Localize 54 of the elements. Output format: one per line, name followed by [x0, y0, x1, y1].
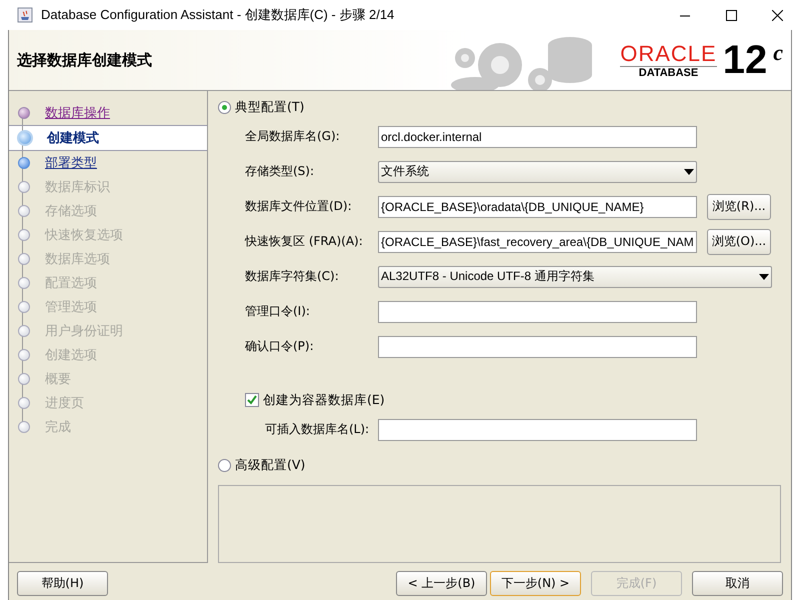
step-item: 完成	[45, 419, 71, 436]
brand-logo: ORACLE	[620, 42, 717, 66]
field-label: 确认口令(P):	[244, 338, 315, 355]
field-label: 管理口令(I):	[244, 303, 311, 320]
caret-icon	[684, 168, 694, 174]
input-field[interactable]	[378, 300, 697, 322]
step-item: 用户身份证明	[45, 323, 123, 340]
step-item: 概要	[45, 371, 71, 388]
field-label: 数据库字符集(C):	[244, 268, 340, 285]
input-field[interactable]: orcl.docker.internal	[378, 126, 697, 148]
field-label: 数据库文件位置(D):	[244, 198, 353, 215]
step-item: 存储选项	[45, 203, 97, 220]
field-label: 存储类型(S):	[244, 163, 316, 180]
version-number: 12	[722, 40, 768, 80]
dropdown[interactable]: AL32UTF8 - Unicode UTF-8 通用字符集	[378, 266, 772, 288]
input-field[interactable]: {ORACLE_BASE}\fast_recovery_area\{DB_UNIQUE_NAM	[378, 230, 697, 252]
version-suffix: c	[773, 40, 783, 66]
checkbox-label: 创建为容器数据库(E)	[263, 392, 385, 408]
radio-label: 高级配置(V)	[235, 456, 306, 474]
app-icon	[17, 7, 33, 23]
close-icon	[772, 10, 782, 20]
input-field[interactable]: {ORACLE_BASE}\oradata\{DB_UNIQUE_NAME}	[378, 196, 697, 218]
radio-button[interactable]	[218, 100, 231, 114]
step-item: 管理选项	[45, 299, 97, 316]
page-title: 选择数据库创建模式	[16, 50, 153, 70]
maximize-icon	[726, 10, 736, 20]
product-name: DATABASE	[638, 66, 698, 78]
step-item: 数据库选项	[45, 251, 110, 268]
step-item: 配置选项	[45, 275, 97, 292]
step-item: 数据库标识	[45, 179, 110, 196]
step-item: 创建选项	[45, 347, 97, 364]
dropdown[interactable]: 文件系统	[378, 160, 697, 182]
next-button[interactable]: 下一步(N) >	[490, 570, 581, 596]
input-field[interactable]	[378, 418, 697, 440]
field-label: 全局数据库名(G):	[244, 128, 341, 145]
step-item[interactable]: 数据库操作	[45, 104, 110, 122]
input-field[interactable]	[378, 336, 697, 358]
radio-button[interactable]	[218, 458, 231, 472]
browse-button[interactable]: 浏览(R)...	[707, 194, 771, 220]
step-item: 进度页	[45, 395, 84, 412]
browse-button[interactable]: 浏览(O)...	[707, 228, 771, 254]
checkbox[interactable]	[245, 393, 259, 407]
window-title: Database Configuration Assistant - 创建数据库(C) - 步骤 2/14	[41, 6, 396, 24]
checkmark-icon	[247, 395, 257, 405]
cancel-button[interactable]: 取消	[692, 570, 783, 596]
caret-icon	[759, 274, 769, 280]
back-button[interactable]: < 上一步(B)	[396, 570, 487, 596]
step-item[interactable]: 创建模式	[47, 129, 99, 147]
help-button[interactable]: 帮助(H)	[17, 570, 108, 596]
field-label: 快速恢复区 (FRA)(A):	[244, 233, 364, 250]
step-item[interactable]: 部署类型	[45, 154, 97, 172]
field-label: 可插入数据库名(L):	[264, 421, 370, 438]
radio-label: 典型配置(T)	[235, 98, 304, 116]
step-item: 快速恢复选项	[45, 227, 123, 244]
